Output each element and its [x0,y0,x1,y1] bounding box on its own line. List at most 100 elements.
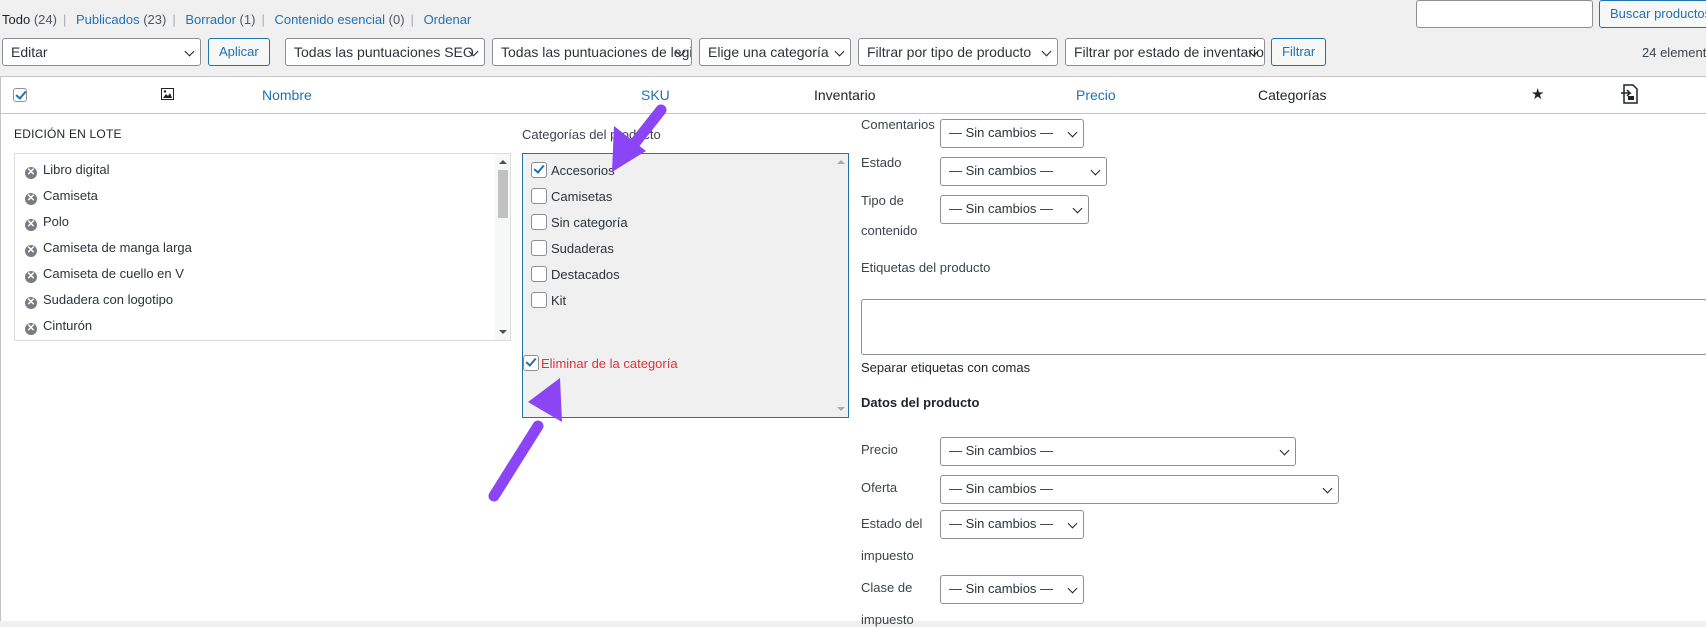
remove-from-category-label: Eliminar de la categoría [541,356,678,371]
price-select[interactable]: — Sin cambios — [940,437,1296,466]
image-icon [161,88,174,100]
category-item-camisetas[interactable]: Camisetas [531,188,612,204]
product-type-filter[interactable]: Filtrar por tipo de producto [858,38,1058,66]
table-header: Nombre SKU Inventario Precio Categorías … [1,77,1706,114]
category-checkbox[interactable] [531,240,547,256]
bulk-edit-items-list[interactable]: ✕ Libro digital ✕ Camiseta ✕ Polo ✕ Camiseta… [14,153,511,341]
seo-score-filter-value: Todas las puntuaciones SEO [294,44,474,60]
category-checkbox[interactable] [531,188,547,204]
tax-class-select-value: — Sin cambios — [949,581,1054,596]
price-select-value: — Sin cambios — [949,443,1054,458]
apply-button[interactable]: Aplicar [208,38,270,66]
categories-scrollbar[interactable] [833,154,848,417]
bulk-action-select[interactable]: Editar [2,38,201,66]
category-item-kit[interactable]: Kit [531,292,566,308]
category-checkbox[interactable] [531,266,547,282]
category-item-sudaderas[interactable]: Sudaderas [531,240,614,256]
chevron-down-icon [1090,165,1101,176]
tax-class-label-line1: Clase de [861,580,913,595]
chevron-down-icon [1067,518,1078,529]
list-item: ✕ Polo [25,214,70,231]
stock-status-filter-value: Filtrar por estado de inventario [1074,44,1264,60]
scroll-up-icon[interactable] [837,160,845,164]
category-checkbox[interactable] [531,214,547,230]
chevron-down-icon [834,46,845,57]
status-published-link[interactable]: Publicados [76,12,140,27]
status-links: Todo (24) | Publicados (23) | Borrador (1)… [2,12,472,27]
remove-circle-icon[interactable]: ✕ [25,219,37,231]
category-item-accesorios[interactable]: Accesorios [531,162,615,178]
sale-select[interactable]: — Sin cambios — [940,475,1339,504]
status-draft-link[interactable]: Borrador [185,12,236,27]
remove-circle-icon[interactable]: ✕ [25,193,37,205]
status-select-value: — Sin cambios — [949,163,1054,178]
content-type-select[interactable]: — Sin cambios — [940,195,1089,224]
category-checkbox[interactable] [531,292,547,308]
tax-class-select[interactable]: — Sin cambios — [940,575,1084,604]
sale-label: Oferta [861,480,898,495]
items-list-scrollbar[interactable] [495,154,510,340]
status-draft-count: (1) [239,12,256,27]
comments-select-value: — Sin cambios — [949,125,1054,140]
tax-status-label-line2: impuesto [861,548,914,563]
search-input[interactable] [1416,0,1593,28]
content-type-label-line1: Tipo de [861,193,904,208]
select-all-checkbox[interactable] [13,88,27,102]
remove-circle-icon[interactable]: ✕ [25,271,37,283]
product-tags-textarea[interactable] [861,299,1706,355]
remove-circle-icon[interactable]: ✕ [25,167,37,179]
content-type-select-value: — Sin cambios — [949,201,1054,216]
chevron-down-icon [1067,127,1078,138]
remove-from-category-checkbox[interactable] [523,355,539,371]
status-all-link[interactable]: Todo [2,12,30,27]
tax-status-select[interactable]: — Sin cambios — [940,510,1084,539]
tags-hint: Separar etiquetas con comas [861,360,1031,375]
bulk-edit-title: EDICIÓN EN LOTE [14,127,122,141]
scroll-down-icon[interactable] [837,407,845,411]
category-item-sin-categoria[interactable]: Sin categoría [531,214,628,230]
category-checkbox[interactable] [531,162,547,178]
readability-filter[interactable]: Todas las puntuaciones de legibilidad [492,38,692,66]
search-products-button[interactable]: Buscar productos [1599,0,1706,28]
sort-link[interactable]: Ordenar [424,12,472,27]
column-inventory-header: Inventario [814,87,876,103]
product-type-filter-value: Filtrar por tipo de producto [867,44,1032,60]
status-select[interactable]: — Sin cambios — [940,157,1107,186]
category-item-destacados[interactable]: Destacados [531,266,620,282]
column-sku-header[interactable]: SKU [641,87,670,103]
categories-checklist[interactable]: Accesorios Camisetas Sin categoría Sudad… [522,153,849,418]
list-item: ✕ Camiseta de manga larga [25,240,192,257]
column-name-header[interactable]: Nombre [262,87,312,103]
filter-button[interactable]: Filtrar [1271,38,1327,66]
category-filter[interactable]: Elige una categoría [699,38,851,66]
status-cornerstone-link[interactable]: Contenido esencial [274,12,385,27]
status-cornerstone-count: (0) [388,12,405,27]
remove-circle-icon[interactable]: ✕ [25,297,37,309]
category-filter-value: Elige una categoría [708,44,829,60]
featured-star-icon[interactable]: ★ [1531,85,1544,103]
chevron-down-icon [184,46,195,57]
readability-filter-value: Todas las puntuaciones de legibilidad [501,44,691,60]
comments-label: Comentarios [861,117,935,132]
scroll-down-icon[interactable] [499,330,507,334]
content-type-label-line2: contenido [861,223,918,238]
scroll-thumb[interactable] [498,170,508,218]
stock-status-filter[interactable]: Filtrar por estado de inventario [1065,38,1265,66]
product-type-icon [1621,84,1638,104]
items-count: 24 elementos [1642,45,1706,60]
status-label: Estado [861,155,902,170]
seo-score-filter[interactable]: Todas las puntuaciones SEO [285,38,485,66]
products-table: Nombre SKU Inventario Precio Categorías … [0,76,1706,627]
chevron-down-icon [1322,483,1333,494]
column-price-header[interactable]: Precio [1076,87,1116,103]
remove-circle-icon[interactable]: ✕ [25,323,37,335]
product-categories-title: Categorías del producto [522,127,661,142]
price-label: Precio [861,442,898,457]
chevron-down-icon [1279,445,1290,456]
tax-status-select-value: — Sin cambios — [949,516,1054,531]
remove-from-category-option[interactable]: Eliminar de la categoría [523,355,678,371]
status-published-count: (23) [143,12,167,27]
comments-select[interactable]: — Sin cambios — [940,119,1084,148]
remove-circle-icon[interactable]: ✕ [25,245,37,257]
scroll-up-icon[interactable] [499,160,507,164]
